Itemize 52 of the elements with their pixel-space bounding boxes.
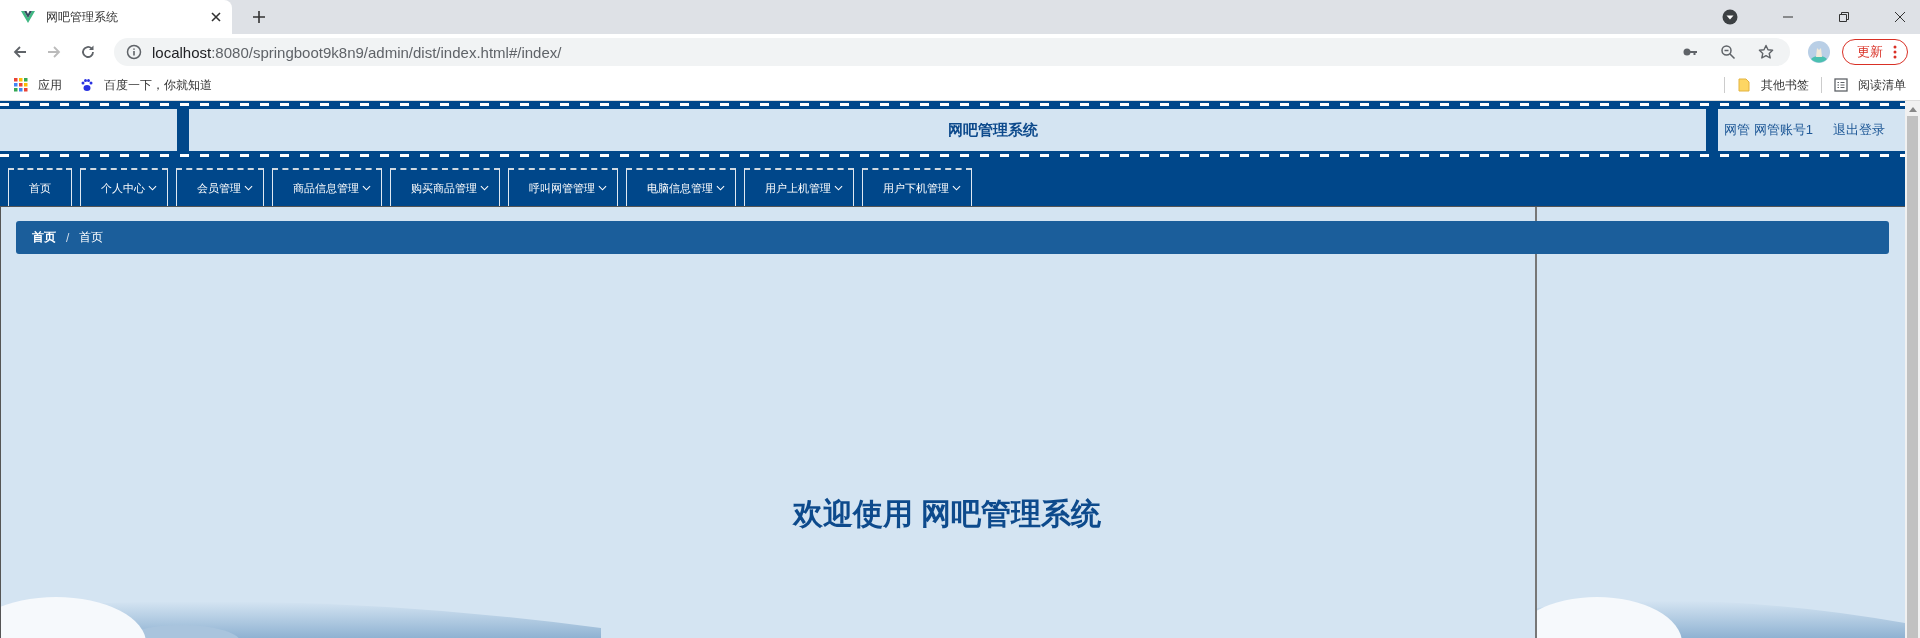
reading-list[interactable]: 阅读清单 bbox=[1834, 76, 1906, 94]
tab-title: 网吧管理系统 bbox=[46, 8, 119, 26]
nav-menu-item[interactable]: 电脑信息管理 bbox=[626, 168, 736, 206]
header-post bbox=[177, 109, 189, 151]
star-icon[interactable] bbox=[1758, 44, 1774, 60]
chevron-down-icon bbox=[598, 185, 607, 191]
chevron-down-icon bbox=[952, 185, 961, 191]
back-icon[interactable] bbox=[12, 44, 28, 60]
chevron-down-icon bbox=[834, 185, 843, 191]
nav-menu-item[interactable]: 个人中心 bbox=[80, 168, 168, 206]
chevron-down-icon bbox=[244, 185, 253, 191]
breadcrumb-item[interactable]: 首页 bbox=[32, 229, 56, 246]
bookmark-folder[interactable]: 其他书签 bbox=[1737, 76, 1809, 94]
nav-menu-item[interactable]: 购买商品管理 bbox=[390, 168, 500, 206]
list-icon bbox=[1834, 78, 1848, 92]
nav-menu-item[interactable]: 呼叫网管管理 bbox=[508, 168, 618, 206]
more-icon bbox=[1893, 45, 1897, 59]
restore-icon[interactable] bbox=[1838, 11, 1850, 23]
zoom-icon[interactable] bbox=[1720, 44, 1736, 60]
update-button[interactable]: 更新 bbox=[1842, 39, 1908, 65]
browser-tab[interactable]: 网吧管理系统 bbox=[0, 0, 232, 34]
scroll-up-icon[interactable] bbox=[1908, 107, 1917, 112]
plus-icon[interactable] bbox=[252, 10, 266, 24]
chevron-down-icon bbox=[362, 185, 371, 191]
bookmark[interactable]: 百度一下，你就知道 bbox=[80, 76, 212, 94]
breadcrumb-item: 首页 bbox=[79, 229, 104, 246]
nav-menu-item[interactable]: 会员管理 bbox=[176, 168, 264, 206]
info-icon bbox=[126, 44, 142, 60]
dropdown-icon[interactable] bbox=[1722, 9, 1738, 25]
nav-menu-item[interactable]: 用户上机管理 bbox=[744, 168, 854, 206]
apps-grid-icon bbox=[14, 78, 28, 92]
scrollbar[interactable] bbox=[1905, 101, 1920, 638]
close-icon[interactable] bbox=[1894, 11, 1906, 23]
reload-icon[interactable] bbox=[80, 44, 96, 60]
breadcrumb-separator: / bbox=[66, 230, 70, 245]
site-title: 网吧管理系统 bbox=[946, 120, 1039, 140]
welcome-heading: 欢迎使用 网吧管理系统 bbox=[792, 496, 1102, 532]
chevron-down-icon bbox=[480, 185, 489, 191]
address-bar[interactable]: localhost:8080/springboot9k8n9/admin/dist/index.html#/index/ bbox=[114, 38, 1790, 66]
bookmark[interactable]: 应用 bbox=[14, 76, 62, 94]
close-icon[interactable] bbox=[210, 11, 222, 23]
logout-link[interactable]: 退出登录 bbox=[1833, 121, 1885, 139]
paw-icon bbox=[80, 78, 94, 92]
folder-icon bbox=[1737, 78, 1751, 92]
url-text: localhost:8080/springboot9k8n9/admin/dist/index.html#/index/ bbox=[152, 43, 562, 61]
v-logo-icon bbox=[20, 9, 36, 25]
nav-menu-item[interactable]: 商品信息管理 bbox=[272, 168, 382, 206]
chevron-down-icon bbox=[148, 185, 157, 191]
user-name: 网管 网管账号1 bbox=[1724, 121, 1813, 139]
chevron-down-icon bbox=[716, 185, 725, 191]
nav-menu-item[interactable]: 用户下机管理 bbox=[862, 168, 972, 206]
nav-menu-item[interactable]: 首页 bbox=[8, 168, 72, 206]
